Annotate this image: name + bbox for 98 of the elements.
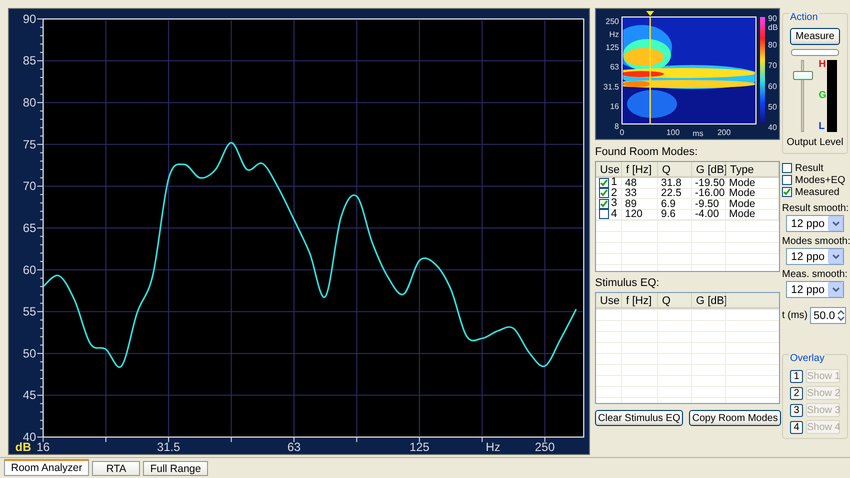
heatmap-band bbox=[624, 48, 664, 66]
chevron-down-icon bbox=[832, 221, 840, 226]
row-number: 3 bbox=[611, 197, 618, 210]
checkbox[interactable] bbox=[599, 198, 609, 209]
chevron-down-icon bbox=[832, 254, 840, 259]
y-tick-label: 50 bbox=[22, 346, 36, 360]
chevron-down-icon bbox=[832, 287, 840, 292]
checkbox[interactable] bbox=[782, 163, 792, 173]
column-header[interactable]: f [Hz] bbox=[622, 162, 658, 178]
table-cell: 89 bbox=[622, 199, 658, 210]
spinner-arrows-icon bbox=[836, 309, 845, 322]
row-number: 4 bbox=[611, 208, 618, 221]
meter-label: G bbox=[818, 91, 826, 101]
y-tick-label: 250 bbox=[606, 17, 619, 26]
color-scale-label: 70 bbox=[768, 61, 777, 70]
checkbox[interactable] bbox=[599, 178, 609, 188]
table-cell: 22.5 bbox=[658, 188, 692, 199]
smoothing-label: Modes smooth: bbox=[782, 235, 848, 248]
action-button[interactable]: Copy Room Modes bbox=[689, 410, 781, 426]
x-tick-label: 0 bbox=[620, 128, 624, 137]
y-tick-label: 63 bbox=[610, 62, 619, 72]
y-tick-label: 75 bbox=[22, 137, 36, 152]
time-label: t (ms) bbox=[782, 309, 808, 322]
x-tick-label: 200 bbox=[717, 128, 731, 137]
checkbox[interactable] bbox=[782, 187, 792, 197]
level-slider-track[interactable] bbox=[792, 60, 813, 132]
y-tick-label: 70 bbox=[22, 179, 36, 194]
x-tick-label: 31.5 bbox=[156, 440, 180, 454]
meter-label: L bbox=[818, 122, 826, 132]
table-cell: -16.00 bbox=[692, 188, 726, 199]
y-tick-label: 60 bbox=[22, 262, 36, 277]
color-scale-label: 60 bbox=[768, 82, 777, 91]
output-level-label: Output Level bbox=[786, 136, 844, 149]
smoothing-label: Meas. smooth: bbox=[782, 268, 848, 281]
y-tick-label: 90 bbox=[22, 12, 36, 26]
color-scale-label: 50 bbox=[768, 102, 777, 112]
table-cell: Mode bbox=[726, 199, 779, 210]
table-cell: 33 bbox=[622, 188, 658, 199]
checkbox-label: Measured bbox=[795, 186, 840, 198]
table-cell: -19.50 bbox=[692, 178, 726, 188]
column-header bbox=[726, 293, 779, 309]
checkbox-label: Result bbox=[795, 162, 824, 174]
y-tick-label: 45 bbox=[22, 388, 36, 402]
checkbox[interactable] bbox=[782, 175, 792, 185]
row-number: 2 bbox=[611, 186, 618, 199]
group-title: Action bbox=[789, 12, 819, 23]
checkbox-label: Modes+EQ bbox=[795, 174, 846, 186]
color-scale-label: 80 bbox=[768, 40, 777, 50]
section-title: Found Room Modes: bbox=[595, 146, 699, 159]
smoothing-select[interactable]: 12 ppo bbox=[786, 248, 844, 265]
table-cell: -9.50 bbox=[692, 199, 726, 210]
slider-thumb[interactable] bbox=[792, 71, 813, 80]
column-header[interactable]: Use bbox=[596, 293, 622, 309]
column-header[interactable]: Q bbox=[658, 293, 692, 309]
x-tick-label: 100 bbox=[666, 128, 680, 137]
y-axis-label: dB bbox=[15, 440, 32, 454]
color-scale-label: 40 bbox=[768, 123, 777, 132]
x-axis-label: Hz bbox=[486, 440, 500, 454]
tab[interactable]: RTA bbox=[92, 461, 140, 476]
smoothing-select[interactable]: 12 ppo bbox=[786, 281, 844, 298]
y-tick-label: 55 bbox=[22, 304, 36, 319]
table-cell: Mode bbox=[726, 178, 779, 188]
tab[interactable]: Full Range bbox=[143, 461, 208, 476]
column-header[interactable]: Q bbox=[658, 162, 692, 178]
checkbox[interactable] bbox=[599, 209, 609, 220]
action-button[interactable]: Clear Stimulus EQ bbox=[595, 410, 684, 426]
measure-button[interactable]: Measure bbox=[790, 28, 840, 45]
y-tick-label: 80 bbox=[22, 96, 36, 110]
y-tick-label: 85 bbox=[22, 54, 36, 68]
checkbox[interactable] bbox=[599, 188, 609, 198]
y-tick-label: 125 bbox=[606, 42, 619, 52]
x-tick-label: 250 bbox=[534, 440, 555, 454]
y-unit-label: Hz bbox=[609, 30, 619, 39]
x-tick-label: 16 bbox=[36, 440, 50, 454]
meter-label: H bbox=[818, 60, 826, 70]
table-cell: 6.9 bbox=[658, 199, 692, 210]
y-tick-label: 16 bbox=[610, 102, 619, 112]
y-tick-label: 8 bbox=[614, 122, 619, 131]
table-cell: 48 bbox=[622, 178, 658, 188]
table-cell: 31.8 bbox=[658, 178, 692, 188]
x-tick-label: 125 bbox=[409, 440, 430, 454]
row-number: 1 bbox=[611, 176, 618, 188]
group-title: Overlay bbox=[789, 353, 826, 364]
y-tick-label: 31.5 bbox=[603, 82, 619, 92]
column-header[interactable]: Type bbox=[726, 162, 779, 178]
column-header[interactable]: f [Hz] bbox=[622, 293, 658, 309]
column-header[interactable]: Use bbox=[596, 162, 622, 178]
section-title: Stimulus EQ: bbox=[595, 277, 660, 290]
time-spinner[interactable]: 50.0 bbox=[810, 307, 846, 324]
table-cell: Mode bbox=[726, 188, 779, 199]
x-unit-label: ms bbox=[692, 129, 704, 138]
tab[interactable]: Room Analyzer bbox=[4, 459, 90, 476]
color-scale-unit: dB bbox=[768, 23, 778, 32]
smoothing-select[interactable]: 12 ppo bbox=[786, 215, 844, 232]
y-tick-label: 65 bbox=[22, 221, 36, 235]
smoothing-label: Result smooth: bbox=[782, 202, 848, 215]
x-tick-label: 63 bbox=[287, 440, 301, 454]
color-scale-label: 90 bbox=[768, 14, 777, 23]
